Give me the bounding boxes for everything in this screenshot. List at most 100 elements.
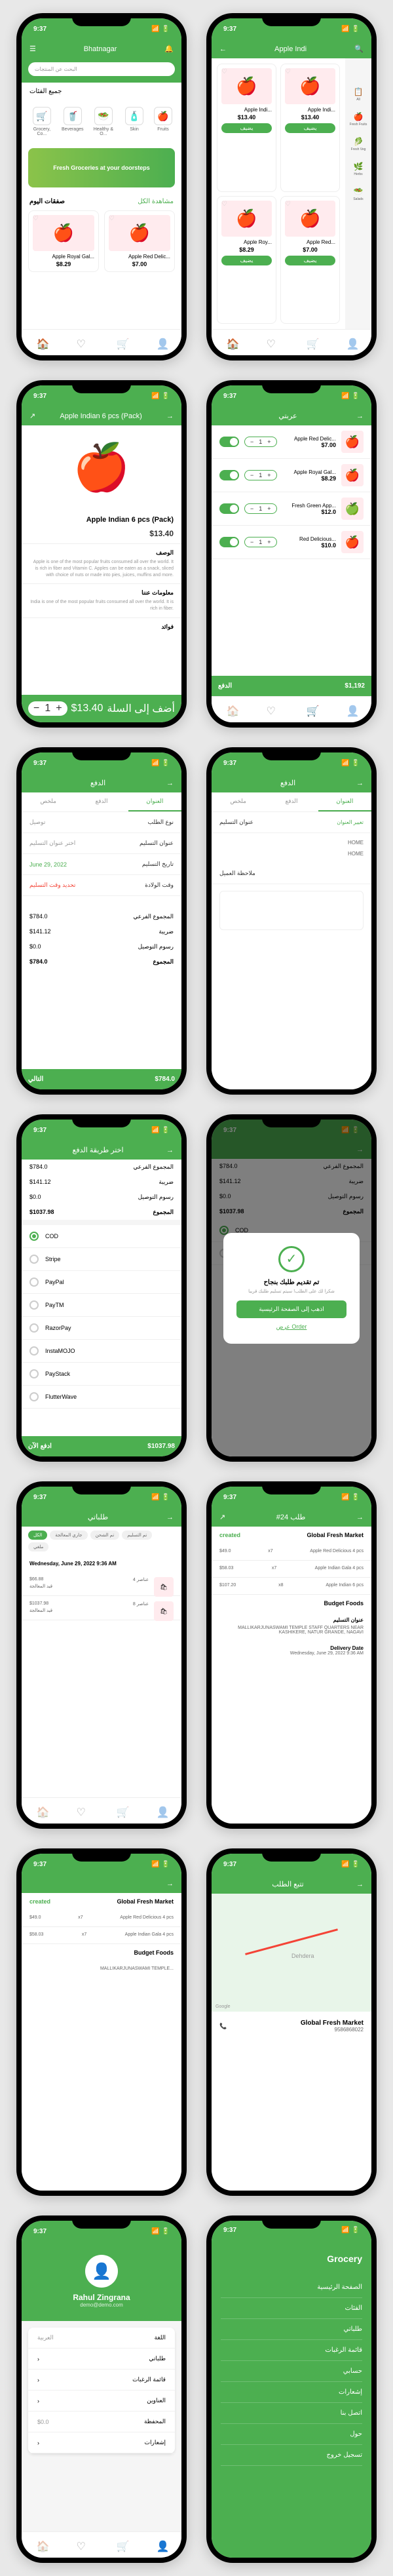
product-card[interactable]: ♡🍎Apple Indi...$13.40يضيف	[217, 64, 276, 192]
heart-icon[interactable]: ♡	[109, 215, 115, 222]
drawer-account[interactable]: حسابي	[221, 2361, 362, 2382]
heart-tab[interactable]: ♡	[77, 1806, 87, 1816]
change-address-link[interactable]: تغيير العنوان	[337, 819, 364, 825]
cart-tab[interactable]: 🛒	[117, 338, 127, 348]
cart-tab[interactable]: 🛒	[117, 1806, 127, 1816]
add-button[interactable]: يضيف	[221, 256, 272, 265]
heart-icon[interactable]: ♡	[285, 201, 291, 208]
payment-option[interactable]: PayTM	[22, 1294, 181, 1317]
view-all-link[interactable]: مشاهدة الكل	[138, 198, 174, 205]
home-button[interactable]: اذهب إلى الصفحة الرئيسية	[236, 1300, 346, 1318]
add-cart-button[interactable]: أضف إلى السلة	[107, 702, 175, 715]
tab-summary[interactable]: ملخص	[22, 792, 75, 811]
profile-tab[interactable]: 👤	[157, 1806, 167, 1816]
menu-notifications[interactable]: ›إشعارات	[28, 2432, 175, 2453]
sidebar-category[interactable]: 📋All	[348, 85, 369, 104]
payment-option[interactable]: COD	[22, 1225, 181, 1248]
payment-option[interactable]: PayStack	[22, 1363, 181, 1386]
view-order-link[interactable]: عرض Order	[236, 1323, 346, 1331]
sidebar-category[interactable]: 🍎Fresh Fruits	[348, 109, 369, 129]
profile-tab[interactable]: 👤	[157, 2540, 167, 2550]
menu-icon[interactable]: ☰	[29, 45, 36, 53]
category-item[interactable]: 🛒Grocery, Co...	[28, 107, 56, 136]
drawer-wishlist[interactable]: قائمة الرغبات	[221, 2340, 362, 2361]
back-icon[interactable]: →	[356, 412, 364, 420]
qty-control[interactable]: −1+	[28, 701, 67, 716]
payment-option[interactable]: RazorPay	[22, 1317, 181, 1340]
order-type-field[interactable]: توصيلنوع الطلب	[22, 812, 181, 833]
home-tab[interactable]: 🏠	[227, 338, 237, 348]
order-card[interactable]: 🛍 $1037.988 عناصر قيد المعالجة	[22, 1596, 181, 1620]
tab-summary[interactable]: ملخص	[212, 792, 265, 811]
cart-tab[interactable]: 🛒	[307, 338, 317, 348]
avatar[interactable]: 👤	[85, 2255, 118, 2288]
qty-stepper[interactable]: −1+	[244, 503, 277, 514]
heart-icon[interactable]: ♡	[285, 68, 291, 75]
menu-orders[interactable]: ›طلباتي	[28, 2349, 175, 2370]
sidebar-category[interactable]: 🥬Fresh Veg	[348, 134, 369, 154]
promo-banner[interactable]: Fresh Groceries at your doorsteps	[28, 148, 175, 187]
bell-icon[interactable]: 🔔	[164, 45, 174, 53]
date-field[interactable]: June 29, 2022تاريخ التسليم	[22, 854, 181, 875]
menu-language[interactable]: العربيةاللغة	[28, 2328, 175, 2349]
back-icon[interactable]: →	[166, 779, 174, 787]
drawer-notifications[interactable]: إشعارات	[221, 2382, 362, 2403]
toggle[interactable]	[219, 437, 239, 447]
back-icon[interactable]: →	[166, 1146, 174, 1154]
search-icon[interactable]: 🔍	[354, 45, 364, 53]
toggle[interactable]	[219, 503, 239, 514]
note-input[interactable]	[219, 891, 364, 930]
order-card[interactable]: 🛍 $66.884 عناصر قيد المعالجة	[22, 1572, 181, 1596]
home-tab[interactable]: 🏠	[37, 2540, 47, 2550]
payment-option[interactable]: Stripe	[22, 1248, 181, 1271]
category-item[interactable]: 🍎Fruits	[151, 107, 175, 136]
category-item[interactable]: 🥗Healthy & O...	[90, 107, 117, 136]
heart-tab[interactable]: ♡	[77, 338, 87, 348]
back-icon[interactable]: →	[356, 779, 364, 787]
checkout-button[interactable]: الدفع	[218, 682, 232, 690]
back-icon[interactable]: →	[356, 1881, 364, 1888]
filter-chip[interactable]: جاري المعالجة	[50, 1531, 87, 1540]
profile-tab[interactable]: 👤	[157, 338, 167, 348]
heart-icon[interactable]: ♡	[221, 201, 227, 208]
back-icon[interactable]: →	[166, 412, 174, 420]
map[interactable]: Dehdera Google	[212, 1894, 371, 2012]
call-icon[interactable]: 📞	[219, 2023, 227, 2030]
home-tab[interactable]: 🏠	[37, 1806, 47, 1816]
product-card[interactable]: ♡🍎Apple Roy...$8.29يضيف	[217, 196, 276, 324]
share-icon[interactable]: ↗	[219, 1513, 225, 1521]
share-icon[interactable]: ↗	[29, 412, 35, 420]
drawer-logout[interactable]: تسجيل خروج	[221, 2445, 362, 2466]
drawer-categories[interactable]: الفئات	[221, 2298, 362, 2319]
home-tab[interactable]: 🏠	[37, 338, 47, 348]
toggle[interactable]	[219, 537, 239, 547]
pay-button[interactable]: ادفع الآن	[28, 1443, 52, 1450]
tab-address[interactable]: العنوان	[318, 792, 371, 811]
add-button[interactable]: يضيف	[285, 256, 335, 265]
sidebar-category[interactable]: 🌿Herbs	[348, 159, 369, 179]
heart-tab[interactable]: ♡	[77, 2540, 87, 2550]
time-field[interactable]: تحديد وقت التسليموقت الولادة	[22, 875, 181, 896]
profile-tab[interactable]: 👤	[346, 338, 357, 348]
cart-tab[interactable]: 🛒	[307, 705, 317, 715]
heart-tab[interactable]: ♡	[267, 705, 277, 715]
back-icon[interactable]: →	[166, 1880, 174, 1888]
home-tab[interactable]: 🏠	[227, 705, 237, 715]
menu-wishlist[interactable]: ›قائمة الرغبات	[28, 2370, 175, 2391]
cart-tab[interactable]: 🛒	[117, 2540, 127, 2550]
qty-stepper[interactable]: −1+	[244, 537, 277, 547]
heart-icon[interactable]: ♡	[33, 215, 39, 222]
search-input[interactable]: البحث عن المنتجات	[28, 62, 175, 76]
drawer-home[interactable]: الصفحة الرئيسية	[221, 2277, 362, 2298]
add-button[interactable]: يضيف	[221, 123, 272, 133]
location[interactable]: Bhatnagar	[84, 45, 117, 53]
next-button[interactable]: التالي	[28, 1076, 43, 1083]
profile-tab[interactable]: 👤	[346, 705, 357, 715]
product-card[interactable]: ♡🍎Apple Red Delic...$7.00	[104, 210, 175, 272]
payment-option[interactable]: InstaMOJO	[22, 1340, 181, 1363]
filter-chip[interactable]: تم التسليم	[122, 1531, 152, 1540]
back-icon[interactable]: →	[356, 1513, 364, 1521]
menu-wallet[interactable]: $0.0المحفظة	[28, 2411, 175, 2432]
filter-chip[interactable]: تم الشحن	[90, 1531, 120, 1540]
category-item[interactable]: 🥤Beverages	[61, 107, 84, 136]
